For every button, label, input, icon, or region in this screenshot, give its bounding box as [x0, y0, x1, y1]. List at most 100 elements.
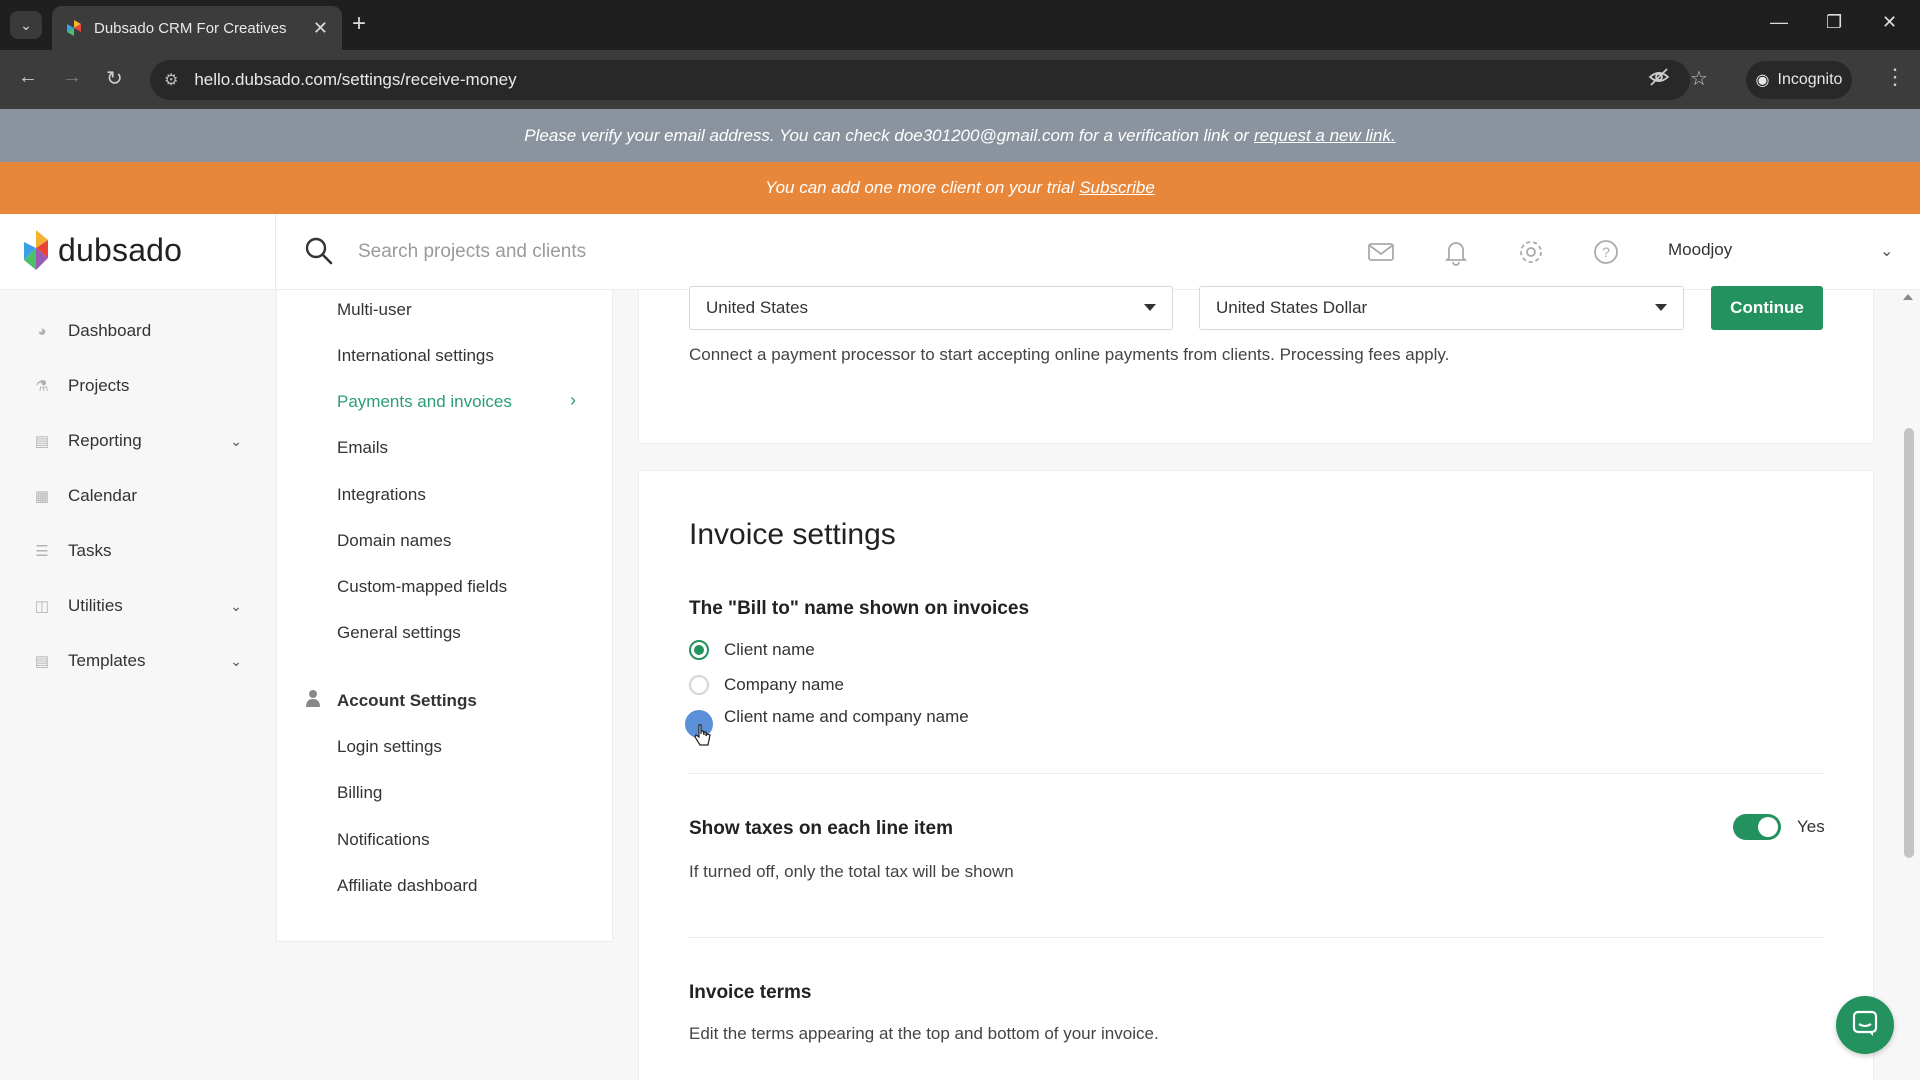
subscribe-link[interactable]: Subscribe — [1079, 178, 1155, 198]
taxes-heading: Show taxes on each line item — [689, 818, 953, 839]
projects-icon: ⚗ — [35, 378, 49, 395]
invoice-terms-description: Edit the terms appearing at the top and … — [689, 1024, 1159, 1043]
sidebar-item-dashboard[interactable]: ◕ Dashboard — [32, 321, 242, 341]
main-sidebar — [0, 290, 276, 1080]
toggle-label: Yes — [1797, 817, 1825, 836]
chevron-right-icon: › — [570, 390, 576, 410]
settings-item-billing[interactable]: Billing — [337, 783, 382, 803]
radio-client-and-company[interactable]: Client name and company name — [685, 707, 969, 738]
tab-close-icon[interactable]: ✕ — [313, 18, 328, 39]
settings-item-general[interactable]: General settings — [337, 623, 461, 643]
continue-button[interactable]: Continue — [1711, 286, 1823, 330]
scrollbar-thumb[interactable] — [1904, 428, 1914, 858]
restore-icon[interactable]: ❐ — [1826, 12, 1842, 33]
radio-client-name[interactable]: Client name — [689, 640, 815, 660]
dubsado-favicon-icon — [66, 20, 82, 36]
sidebar-item-utilities[interactable]: ◫ Utilities ⌄ — [32, 596, 242, 616]
logo-text: dubsado — [58, 231, 183, 268]
sidebar-item-reporting[interactable]: ▤ Reporting ⌄ — [32, 431, 242, 451]
calendar-icon: ▦ — [34, 488, 50, 505]
radio-label: Company name — [724, 675, 845, 694]
section-divider — [689, 937, 1823, 938]
radio-label: Client name and company name — [724, 707, 969, 726]
settings-item-custom-fields[interactable]: Custom-mapped fields — [337, 577, 507, 597]
chevron-down-icon[interactable]: ⌄ — [230, 433, 242, 450]
show-taxes-toggle[interactable] — [1733, 814, 1781, 840]
eye-off-icon[interactable] — [1648, 66, 1670, 94]
trial-text: You can add one more client on your tria… — [765, 178, 1075, 197]
currency-select[interactable]: United States Dollar — [1199, 286, 1684, 330]
templates-icon: ▤ — [34, 653, 50, 670]
invoice-terms-heading: Invoice terms — [689, 982, 812, 1003]
radio-company-name[interactable]: Company name — [689, 675, 844, 695]
sidebar-item-templates[interactable]: ▤ Templates ⌄ — [32, 651, 242, 671]
site-info-icon[interactable]: ⚙ — [164, 70, 178, 90]
user-menu[interactable]: Moodjoy — [1668, 240, 1732, 260]
chevron-down-icon[interactable]: ⌄ — [230, 653, 242, 670]
sidebar-item-calendar[interactable]: ▦ Calendar — [32, 486, 242, 506]
browser-menu-icon[interactable]: ⋮ — [1884, 64, 1906, 90]
minimize-icon[interactable]: — — [1770, 12, 1788, 33]
country-value: United States — [706, 298, 809, 317]
sidebar-item-label: Projects — [68, 376, 130, 395]
settings-item-payments-invoices[interactable]: Payments and invoices — [337, 392, 512, 412]
window-close-icon[interactable]: ✕ — [1882, 12, 1897, 33]
bookmark-star-icon[interactable]: ☆ — [1690, 66, 1708, 91]
chat-icon — [1851, 1009, 1879, 1042]
search-icon[interactable] — [304, 236, 334, 271]
sidebar-item-projects[interactable]: ⚗ Projects — [32, 376, 242, 396]
incognito-label: Incognito — [1777, 71, 1843, 88]
settings-item-integrations[interactable]: Integrations — [337, 485, 426, 505]
help-icon[interactable]: ? — [1591, 237, 1621, 267]
svg-text:?: ? — [1602, 244, 1610, 260]
user-icon — [305, 689, 321, 712]
chevron-down-icon[interactable]: ⌄ — [230, 598, 242, 615]
radio-button[interactable] — [689, 640, 709, 660]
bill-to-heading: The "Bill to" name shown on invoices — [689, 598, 1030, 619]
settings-gear-icon[interactable] — [1516, 237, 1546, 267]
country-select[interactable]: United States — [689, 286, 1173, 330]
incognito-indicator[interactable]: ◉ Incognito — [1746, 61, 1852, 99]
browser-tab[interactable]: Dubsado CRM For Creatives ✕ — [52, 6, 342, 50]
new-tab-icon[interactable]: + — [352, 12, 366, 36]
request-new-link[interactable]: request a new link. — [1254, 126, 1396, 146]
sidebar-item-tasks[interactable]: ☰ Tasks — [32, 541, 242, 561]
logo-mark-icon — [22, 228, 50, 272]
connect-processor-text: Connect a payment processor to start acc… — [689, 345, 1450, 364]
scroll-up-arrow-icon[interactable] — [1903, 294, 1913, 300]
invoice-settings-title: Invoice settings — [689, 518, 896, 551]
settings-item-notifications[interactable]: Notifications — [337, 830, 430, 850]
settings-item-emails[interactable]: Emails — [337, 438, 388, 458]
forward-icon[interactable]: → — [62, 66, 82, 89]
url-text: hello.dubsado.com/settings/receive-money — [194, 70, 517, 89]
tab-list-button[interactable]: ⌄ — [10, 11, 42, 39]
tasks-icon: ☰ — [35, 543, 49, 560]
radio-label: Client name — [724, 640, 815, 659]
dubsado-logo[interactable]: dubsado — [22, 228, 182, 272]
dashboard-icon: ◕ — [37, 322, 47, 340]
trial-banner: You can add one more client on your tria… — [0, 162, 1920, 214]
chevron-down-icon[interactable]: ⌄ — [1880, 241, 1893, 261]
sidebar-item-label: Dashboard — [68, 321, 152, 340]
chat-launcher-button[interactable] — [1836, 996, 1894, 1054]
mail-icon[interactable] — [1366, 237, 1396, 267]
settings-item-international[interactable]: International settings — [337, 346, 494, 366]
search-input[interactable] — [358, 232, 1258, 272]
notifications-bell-icon[interactable] — [1441, 237, 1471, 267]
sidebar-item-label: Calendar — [68, 486, 137, 505]
radio-button[interactable] — [689, 675, 709, 695]
incognito-icon: ◉ — [1755, 72, 1770, 89]
settings-item-login[interactable]: Login settings — [337, 737, 442, 757]
invoice-settings-card — [638, 470, 1874, 1080]
back-icon[interactable]: ← — [18, 66, 38, 89]
sidebar-item-label: Utilities — [68, 596, 123, 615]
header-divider — [275, 214, 276, 290]
settings-item-multi-user[interactable]: Multi-user — [337, 300, 412, 320]
address-bar[interactable]: ⚙ hello.dubsado.com/settings/receive-mon… — [150, 60, 1690, 100]
sidebar-item-label: Tasks — [68, 541, 112, 560]
mouse-pointer-icon — [694, 723, 712, 752]
settings-item-affiliate[interactable]: Affiliate dashboard — [337, 876, 478, 896]
account-settings-heading: Account Settings — [305, 689, 477, 712]
settings-item-domain-names[interactable]: Domain names — [337, 531, 451, 551]
reload-icon[interactable]: ↻ — [106, 66, 123, 91]
